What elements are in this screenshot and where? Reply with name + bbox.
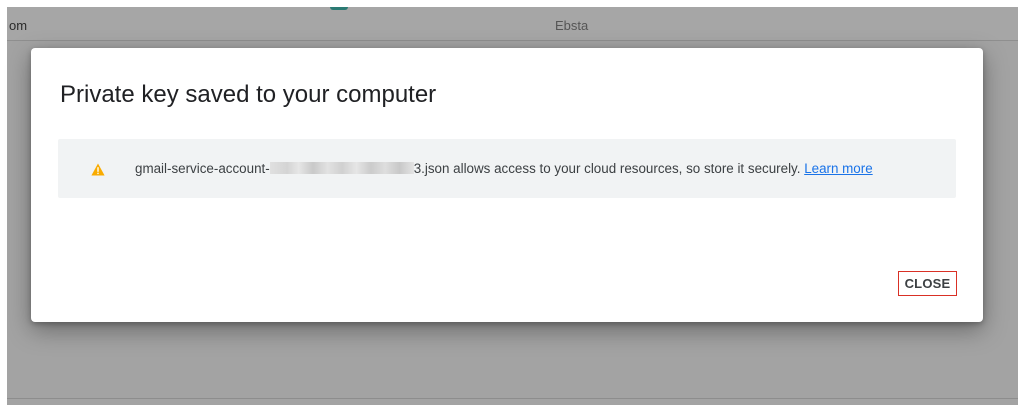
close-button[interactable]: CLOSE (898, 271, 957, 296)
filename-suffix: 3.json (413, 161, 450, 176)
security-notice: gmail-service-account- 3.json allows acce… (58, 139, 956, 198)
background-top-bar: om Ebsta (7, 7, 1018, 41)
dialog-title: Private key saved to your computer (60, 81, 437, 108)
private-key-dialog: Private key saved to your computer gmail… (31, 48, 983, 322)
redacted-key-id (269, 162, 414, 174)
warning-icon (91, 163, 105, 176)
notice-body: allows access to your cloud resources, s… (449, 161, 805, 176)
background-divider (7, 398, 1018, 399)
filename-prefix: gmail-service-account- (135, 161, 270, 176)
notice-message: gmail-service-account- 3.json allows acce… (135, 160, 873, 178)
learn-more-link[interactable]: Learn more (804, 161, 872, 176)
viewport: om Ebsta Private key saved to your compu… (0, 0, 1018, 405)
background-left-text: om (9, 18, 28, 33)
background-accent-mark (330, 7, 348, 10)
background-app-name: Ebsta (555, 18, 589, 33)
